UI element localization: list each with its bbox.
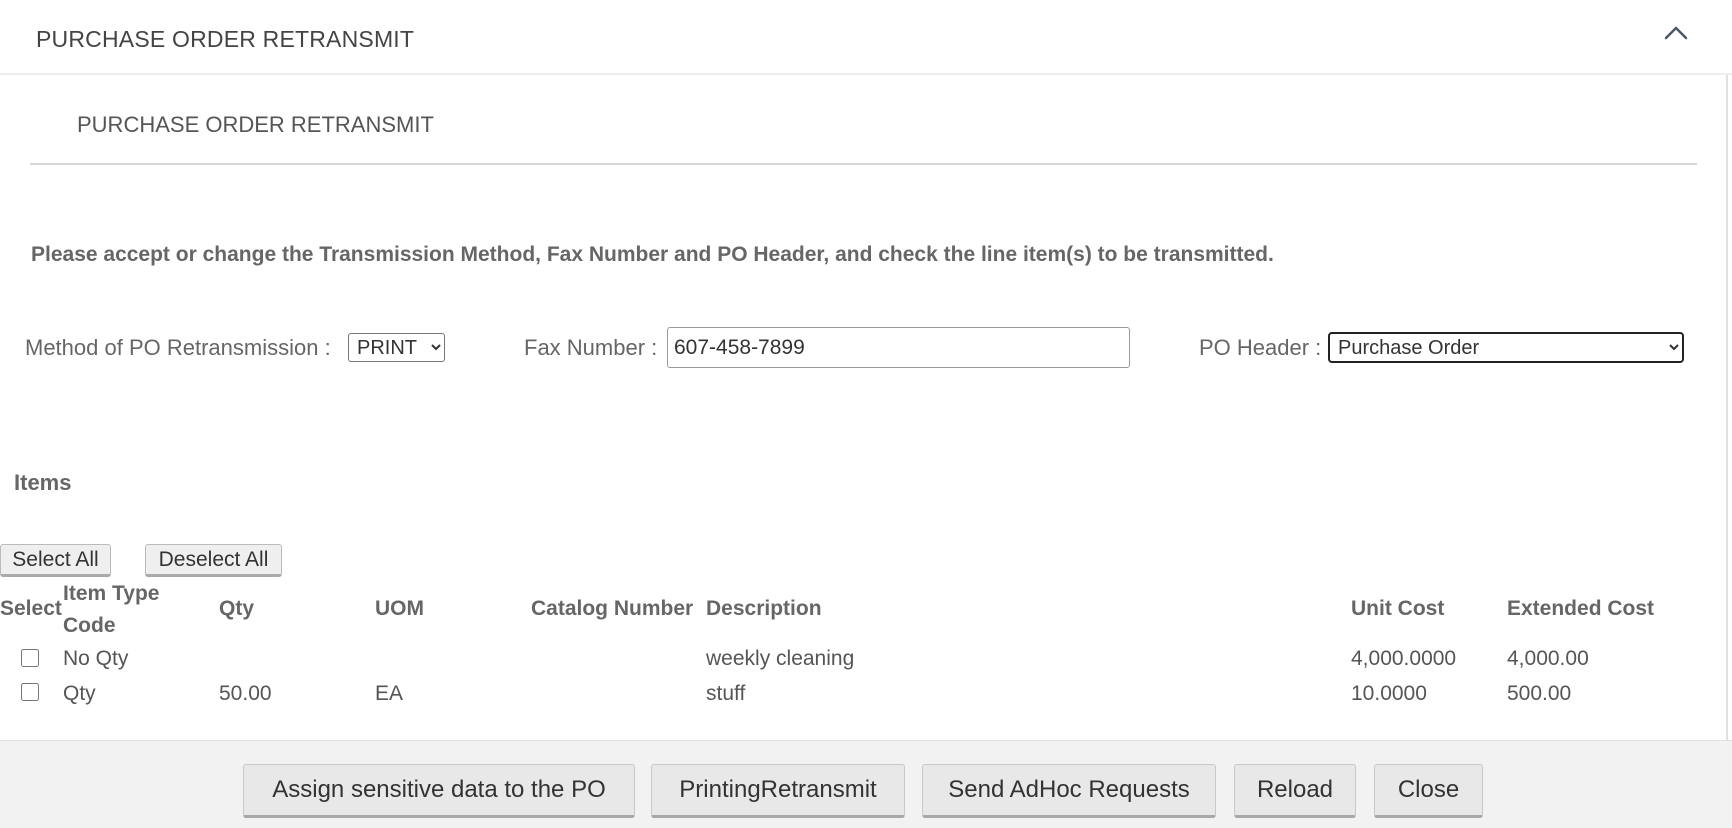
cell-unit-cost: 4,000.0000	[1351, 647, 1457, 670]
cell-uom: EA	[375, 682, 404, 705]
close-button[interactable]: Close	[1374, 764, 1483, 818]
section-divider	[30, 163, 1697, 165]
po-header-select[interactable]: Purchase Order	[1328, 332, 1684, 363]
cell-unit-cost: 10.0000	[1351, 682, 1427, 705]
fax-number-label: Fax Number :	[524, 335, 658, 360]
chevron-up-icon[interactable]	[1660, 18, 1692, 46]
deselect-all-button[interactable]: Deselect All	[145, 544, 282, 577]
col-header-catalog-number: Catalog Number	[531, 597, 694, 620]
cell-description: weekly cleaning	[706, 647, 855, 670]
method-select[interactable]: PRINT	[348, 333, 445, 362]
printing-retransmit-button[interactable]: PrintingRetransmit	[651, 764, 905, 818]
col-header-description: Description	[706, 597, 822, 620]
section-title: PURCHASE ORDER RETRANSMIT	[77, 112, 434, 137]
cell-extended-cost: 4,000.00	[1507, 647, 1589, 670]
col-header-qty: Qty	[219, 597, 255, 620]
row-select-checkbox[interactable]	[21, 683, 39, 701]
method-label: Method of PO Retransmission :	[25, 335, 331, 360]
page-header: PURCHASE ORDER RETRANSMIT	[0, 0, 1732, 75]
send-adhoc-requests-button[interactable]: Send AdHoc Requests	[922, 764, 1216, 818]
col-header-item-type-code-line1: Item Type	[63, 582, 160, 605]
items-heading: Items	[14, 470, 72, 495]
col-header-uom: UOM	[375, 597, 424, 620]
col-header-item-type-code: Item Type Code	[63, 578, 159, 642]
assign-sensitive-data-button[interactable]: Assign sensitive data to the PO	[243, 764, 635, 818]
row-select-checkbox[interactable]	[21, 649, 39, 667]
cell-item-type-code: No Qty	[63, 647, 129, 670]
reload-button[interactable]: Reload	[1234, 764, 1356, 818]
scrollbar-track[interactable]	[1726, 75, 1728, 740]
fax-number-input[interactable]	[667, 327, 1130, 368]
col-header-item-type-code-line2: Code	[63, 614, 116, 637]
cell-extended-cost: 500.00	[1507, 682, 1572, 705]
cell-qty: 50.00	[219, 682, 272, 705]
select-all-button[interactable]: Select All	[0, 544, 111, 577]
page-title: PURCHASE ORDER RETRANSMIT	[36, 26, 415, 52]
cell-description: stuff	[706, 682, 746, 705]
cell-item-type-code: Qty	[63, 682, 96, 705]
col-header-unit-cost: Unit Cost	[1351, 597, 1445, 620]
instructions-text: Please accept or change the Transmission…	[31, 243, 1274, 266]
col-header-select: Select	[0, 597, 62, 620]
po-header-label: PO Header :	[1199, 335, 1322, 360]
col-header-extended-cost: Extended Cost	[1507, 597, 1655, 620]
